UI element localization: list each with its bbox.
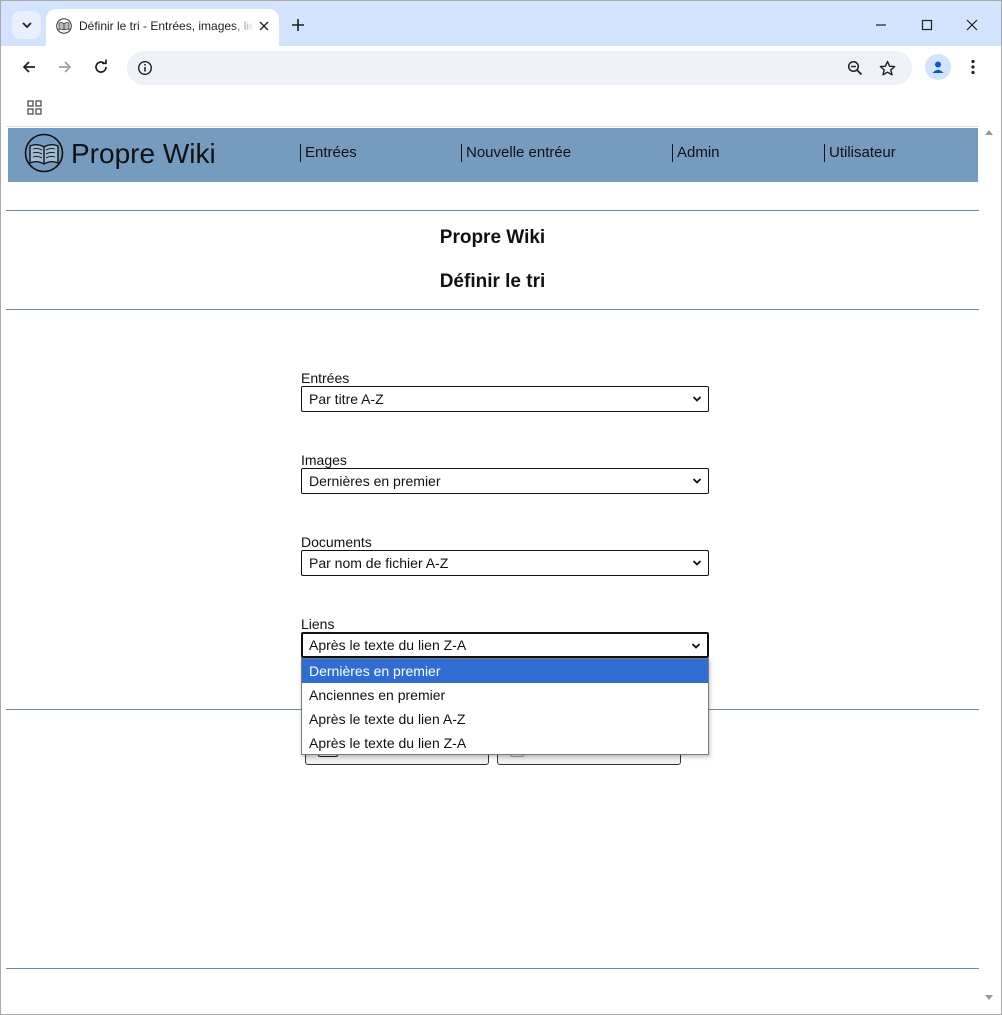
apps-grid-icon [26, 99, 42, 115]
chevron-down-icon [691, 643, 701, 649]
maximize-button[interactable] [915, 13, 939, 37]
page-subtitle: Définir le tri [439, 271, 546, 292]
star-icon [879, 60, 895, 75]
person-icon [932, 61, 944, 73]
select-liens[interactable]: Après le texte du lien Z-A [301, 632, 709, 658]
arrow-left-icon [22, 61, 35, 73]
select-images[interactable]: Dernières en premier [301, 468, 709, 494]
vertical-scrollbar[interactable] [979, 126, 1001, 1006]
select-entrees[interactable]: Par titre A-Z [301, 386, 709, 412]
minimize-button[interactable] [869, 13, 893, 37]
field-label-liens: Liens [301, 616, 335, 632]
nav-link-entrees[interactable]: Entrées [300, 144, 357, 162]
site-info-button[interactable] [135, 58, 155, 78]
apps-button[interactable] [23, 96, 45, 118]
forward-button[interactable] [52, 54, 78, 80]
address-bar[interactable] [127, 51, 912, 85]
arrow-right-icon [59, 61, 72, 73]
bookmark-star-button[interactable] [877, 58, 897, 78]
plus-icon [292, 19, 304, 31]
more-vert-icon [971, 59, 975, 75]
dropdown-option[interactable]: Après le texte du lien Z-A [302, 731, 708, 755]
select-documents[interactable]: Par nom de fichier A-Z [301, 550, 709, 576]
dropdown-option[interactable]: Dernières en premier [302, 659, 708, 683]
field-label-documents: Documents [301, 534, 372, 550]
tab-close-button[interactable] [255, 17, 273, 35]
reload-button[interactable] [88, 54, 114, 80]
reload-icon [95, 59, 107, 73]
chevron-down-icon [692, 396, 702, 402]
scroll-up-icon[interactable] [985, 130, 993, 135]
close-icon [259, 21, 269, 31]
browser-menu-button[interactable] [963, 54, 983, 80]
select-value: Par nom de fichier A-Z [309, 555, 449, 571]
field-label-images: Images [301, 452, 347, 468]
select-value: Par titre A-Z [309, 391, 384, 407]
dropdown-option[interactable]: Anciennes en premier [302, 683, 708, 707]
site-header: Propre Wiki Entrées Nouvelle entrée Admi… [8, 128, 978, 182]
tab-search-button[interactable] [12, 11, 41, 39]
close-icon [966, 19, 978, 31]
field-label-entrees: Entrées [301, 370, 350, 386]
chevron-down-icon [692, 560, 702, 566]
tab-title: Définir le tri - Entrées, images, liens [79, 19, 254, 33]
new-tab-button[interactable] [287, 14, 309, 36]
zoom-button[interactable] [845, 58, 865, 78]
back-button[interactable] [16, 54, 42, 80]
browser-toolbar [1, 46, 1001, 89]
nav-link-admin[interactable]: Admin [672, 144, 720, 162]
maximize-icon [921, 19, 933, 31]
info-icon [137, 60, 153, 76]
close-window-button[interactable] [960, 13, 984, 37]
liens-dropdown-list: Dernières en premier Anciennes en premie… [301, 658, 709, 755]
page-title: Propre Wiki [439, 227, 546, 248]
bookmarks-bar [1, 89, 1001, 125]
divider [6, 968, 979, 969]
divider [6, 210, 979, 211]
select-value: Dernières en premier [309, 473, 441, 489]
minimize-icon [876, 24, 886, 26]
divider [6, 309, 979, 310]
tab-strip: Définir le tri - Entrées, images, liens [1, 1, 1001, 46]
browser-window: Définir le tri - Entrées, images, liens [0, 0, 1002, 1015]
nav-link-utilisateur[interactable]: Utilisateur [824, 144, 896, 162]
chevron-down-icon [692, 478, 702, 484]
select-value: Après le texte du lien Z-A [309, 637, 467, 653]
site-name[interactable]: Propre Wiki [71, 138, 216, 170]
scroll-down-icon[interactable] [985, 995, 993, 1000]
active-tab[interactable]: Définir le tri - Entrées, images, liens [46, 9, 279, 46]
page-viewport: Propre Wiki Entrées Nouvelle entrée Admi… [6, 126, 979, 1006]
dropdown-option[interactable]: Après le texte du lien A-Z [302, 707, 708, 731]
nav-link-nouvelle-entree[interactable]: Nouvelle entrée [461, 144, 571, 162]
chevron-down-icon [21, 22, 32, 29]
zoom-out-icon [847, 60, 863, 76]
book-favicon-icon [56, 18, 72, 34]
profile-button[interactable] [925, 54, 951, 80]
book-logo-icon [24, 133, 64, 173]
